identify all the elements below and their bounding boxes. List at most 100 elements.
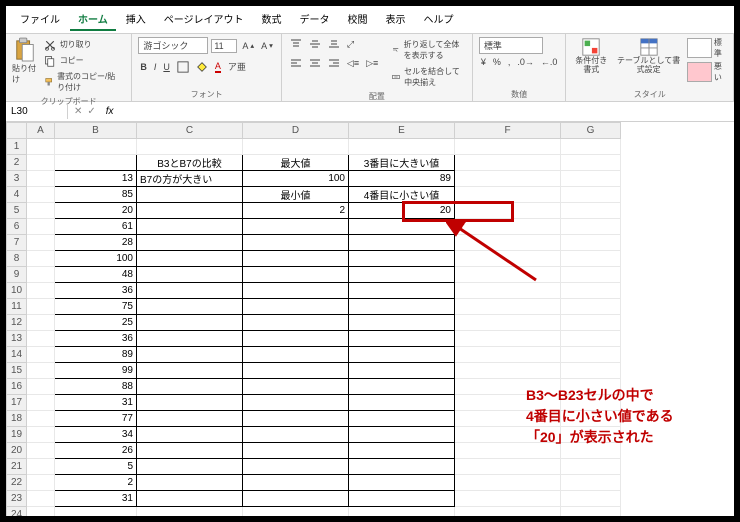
cell[interactable]: 31 [55, 491, 137, 507]
cell[interactable]: B7の方が大きい [137, 171, 243, 187]
merge-center-button[interactable]: セルを結合して中央揃え [390, 64, 466, 90]
increase-font-button[interactable]: A▴ [240, 40, 256, 52]
cell[interactable]: 28 [55, 235, 137, 251]
format-painter-button[interactable]: 書式のコピー/貼り付け [42, 69, 126, 95]
font-size-select[interactable]: 11 [211, 39, 237, 53]
cell[interactable]: 75 [55, 299, 137, 315]
border-button[interactable] [175, 60, 191, 74]
menu-view[interactable]: 表示 [378, 8, 414, 31]
align-top-button[interactable] [288, 37, 304, 51]
worksheet[interactable]: A B C D E F G 1 2B3とB7の比較最大値3番目に大きい値 313… [6, 122, 734, 516]
cut-button[interactable]: 切り取り [42, 37, 126, 52]
cell[interactable]: 20 [349, 203, 455, 219]
col-header-g[interactable]: G [561, 123, 621, 139]
select-all[interactable] [7, 123, 27, 139]
row-header[interactable]: 11 [7, 299, 27, 315]
row-header[interactable]: 18 [7, 411, 27, 427]
menu-data[interactable]: データ [292, 8, 338, 31]
phonetic-button[interactable]: ア亜 [226, 59, 248, 74]
row-header[interactable]: 16 [7, 379, 27, 395]
menu-insert[interactable]: 挿入 [118, 8, 154, 31]
cell[interactable]: 25 [55, 315, 137, 331]
cell[interactable]: 3番目に大きい値 [349, 155, 455, 171]
row-header[interactable]: 8 [7, 251, 27, 267]
row-header[interactable]: 3 [7, 171, 27, 187]
wrap-text-button[interactable]: 折り返して全体を表示する [390, 37, 466, 63]
row-header[interactable]: 15 [7, 363, 27, 379]
cell[interactable]: 13 [55, 171, 137, 187]
row-header[interactable]: 4 [7, 187, 27, 203]
cell[interactable]: 5 [55, 459, 137, 475]
name-box[interactable]: L30 [6, 104, 68, 119]
cell[interactable]: 100 [243, 171, 349, 187]
enter-formula-icon[interactable]: ✓ [87, 106, 95, 117]
row-header[interactable]: 17 [7, 395, 27, 411]
font-color-button[interactable]: A [213, 60, 223, 74]
number-format-select[interactable]: 標準 [479, 37, 543, 54]
cell-style-normal[interactable] [687, 38, 712, 58]
row-header[interactable]: 6 [7, 219, 27, 235]
cell[interactable]: 99 [55, 363, 137, 379]
col-header-b[interactable]: B [55, 123, 137, 139]
align-right-button[interactable] [326, 56, 342, 70]
align-center-button[interactable] [307, 56, 323, 70]
cell[interactable]: 89 [55, 347, 137, 363]
row-header[interactable]: 19 [7, 427, 27, 443]
cell[interactable]: 77 [55, 411, 137, 427]
format-as-table-button[interactable]: テーブルとして書式設定 [614, 37, 683, 75]
cancel-formula-icon[interactable]: ✕ [74, 106, 82, 117]
cell[interactable]: 61 [55, 219, 137, 235]
col-header-a[interactable]: A [27, 123, 55, 139]
fill-color-button[interactable] [194, 60, 210, 74]
cell[interactable]: B3とB7の比較 [137, 155, 243, 171]
row-header[interactable]: 10 [7, 283, 27, 299]
row-header[interactable]: 22 [7, 475, 27, 491]
col-header-e[interactable]: E [349, 123, 455, 139]
menu-home[interactable]: ホーム [70, 8, 116, 31]
cell[interactable]: 31 [55, 395, 137, 411]
cell[interactable]: 36 [55, 331, 137, 347]
menu-help[interactable]: ヘルプ [416, 8, 462, 31]
copy-button[interactable]: コピー [42, 53, 126, 68]
cell[interactable]: 48 [55, 267, 137, 283]
menu-review[interactable]: 校閲 [340, 8, 376, 31]
cell[interactable]: 4番目に小さい値 [349, 187, 455, 203]
cell[interactable]: 89 [349, 171, 455, 187]
cell[interactable]: 20 [55, 203, 137, 219]
increase-indent-button[interactable]: ▷≡ [364, 57, 380, 70]
cell[interactable]: 最大値 [243, 155, 349, 171]
menu-file[interactable]: ファイル [12, 8, 68, 31]
align-left-button[interactable] [288, 56, 304, 70]
row-header[interactable]: 2 [7, 155, 27, 171]
font-family-select[interactable]: 游ゴシック [138, 37, 208, 54]
row-header[interactable]: 24 [7, 507, 27, 517]
row-header[interactable]: 9 [7, 267, 27, 283]
col-header-f[interactable]: F [455, 123, 561, 139]
row-header[interactable]: 23 [7, 491, 27, 507]
cell[interactable]: 2 [243, 203, 349, 219]
cell[interactable]: 100 [55, 251, 137, 267]
conditional-format-button[interactable]: 条件付き書式 [572, 37, 610, 75]
paste-button[interactable]: 貼り付け [12, 37, 38, 85]
row-header[interactable]: 1 [7, 139, 27, 155]
percent-button[interactable]: % [491, 56, 503, 68]
row-header[interactable]: 20 [7, 443, 27, 459]
cell[interactable]: 34 [55, 427, 137, 443]
decrease-font-button[interactable]: A▾ [259, 40, 275, 52]
increase-decimal-button[interactable]: .0→ [515, 56, 536, 68]
cell-style-bad[interactable] [687, 62, 712, 82]
underline-button[interactable]: U [161, 61, 172, 73]
cell[interactable]: 85 [55, 187, 137, 203]
fx-icon[interactable]: fx [102, 106, 118, 117]
col-header-c[interactable]: C [137, 123, 243, 139]
menu-formula[interactable]: 数式 [254, 8, 290, 31]
cell[interactable]: 88 [55, 379, 137, 395]
col-header-d[interactable]: D [243, 123, 349, 139]
cell[interactable]: 36 [55, 283, 137, 299]
decrease-indent-button[interactable]: ◁≡ [345, 57, 361, 70]
row-header[interactable]: 5 [7, 203, 27, 219]
bold-button[interactable]: B [138, 61, 149, 73]
align-middle-button[interactable] [307, 37, 323, 51]
menu-layout[interactable]: ページレイアウト [156, 8, 252, 31]
row-header[interactable]: 14 [7, 347, 27, 363]
